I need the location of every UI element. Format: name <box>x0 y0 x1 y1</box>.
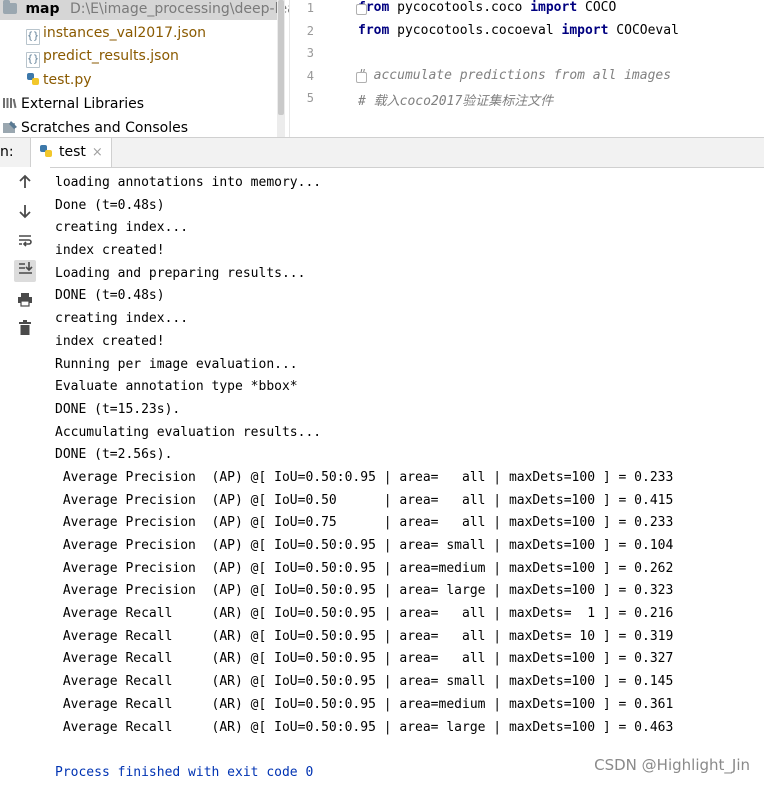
console-line: Average Recall (AR) @[ IoU=0.50:0.95 | a… <box>55 628 674 644</box>
tree-file-label: test.py <box>43 72 92 88</box>
tree-file-instances[interactable]: {} instances_val2017.json <box>26 22 207 45</box>
line-number: 4 <box>306 68 314 83</box>
console-line: DONE (t=0.48s) <box>55 288 165 304</box>
code-editor[interactable]: 12345 from pycocotools.coco import COCO f… <box>289 0 764 137</box>
console-line: Average Recall (AR) @[ IoU=0.50:0.95 | a… <box>55 606 674 622</box>
run-tab-test[interactable]: test × <box>30 138 112 167</box>
console-output[interactable]: loading annotations into memory... Done (… <box>55 172 755 785</box>
code-line[interactable]: from pycocotools.coco import COCO <box>358 0 616 15</box>
python-run-icon <box>40 145 52 157</box>
console-line: loading annotations into memory... <box>55 175 322 190</box>
project-tree: map D:\E\image_processing\deep-learn {} i… <box>0 0 289 137</box>
run-tab-bar: n: test × <box>0 137 764 168</box>
fold-marker-icon[interactable] <box>356 71 367 83</box>
json-file-icon: {} <box>26 29 40 45</box>
tree-file-label: instances_val2017.json <box>43 25 207 41</box>
console-line: DONE (t=15.23s). <box>55 401 181 417</box>
tree-scrollbar[interactable] <box>277 0 285 137</box>
tree-external-libraries-label: External Libraries <box>21 96 144 112</box>
trash-icon[interactable] <box>14 320 36 342</box>
console-line: Accumulating evaluation results... <box>55 424 322 440</box>
console-line: Average Recall (AR) @[ IoU=0.50:0.95 | a… <box>55 651 674 667</box>
line-number: 2 <box>306 23 314 38</box>
console-line: Average Recall (AR) @[ IoU=0.50:0.95 | a… <box>55 719 674 735</box>
code-token: COCOeval <box>608 22 679 38</box>
console-line: creating index... <box>55 311 189 327</box>
soft-wrap-icon[interactable] <box>14 232 36 254</box>
code-token: COCO <box>577 0 617 15</box>
tree-external-libraries[interactable]: External Libraries <box>2 93 144 115</box>
arrow-up-icon[interactable] <box>14 174 36 196</box>
keyword-token: import <box>530 0 578 15</box>
code-line[interactable]: from pycocotools.cocoeval import COCOeva… <box>358 23 679 38</box>
print-icon[interactable] <box>14 291 36 313</box>
json-file-icon: {} <box>26 52 40 68</box>
tree-file-predict[interactable]: {} predict_results.json <box>26 45 179 68</box>
console-line: Done (t=0.48s) <box>55 197 165 213</box>
code-line[interactable]: # 载入coco2017验证集标注文件 <box>358 90 553 109</box>
console-toolstrip <box>0 167 50 785</box>
comment-token: # accumulate predictions from all images <box>358 67 672 83</box>
line-number: 3 <box>306 46 314 60</box>
console-line: Average Precision (AP) @[ IoU=0.50:0.95 … <box>55 469 674 485</box>
fold-marker-icon[interactable] <box>356 4 367 15</box>
code-line[interactable]: # accumulate predictions from all images <box>358 68 671 83</box>
console-line: index created! <box>55 333 165 349</box>
line-number: 1 <box>306 1 314 15</box>
tree-root-name: map <box>25 1 60 17</box>
code-token: pycocotools.coco <box>389 0 531 15</box>
tree-root-path: D:\E\image_processing\deep-learn <box>69 1 289 17</box>
scroll-to-end-icon[interactable] <box>14 260 36 282</box>
tree-root-row[interactable]: map D:\E\image_processing\deep-learn <box>0 0 289 20</box>
watermark: CSDN @Highlight_Jin <box>594 756 750 774</box>
tree-file-test[interactable]: test.py <box>26 69 92 91</box>
python-file-icon <box>27 73 39 85</box>
arrow-down-icon[interactable] <box>14 203 36 225</box>
line-number: 5 <box>306 91 314 105</box>
tree-scratches-label: Scratches and Consoles <box>21 120 188 136</box>
comment-token: # 载入coco2017验证集标注文件 <box>358 94 554 109</box>
close-icon[interactable]: × <box>92 145 103 160</box>
console-line: Average Recall (AR) @[ IoU=0.50:0.95 | a… <box>55 696 674 712</box>
line-gutter: 1 2 3 4 5 <box>290 0 348 137</box>
console-line: Loading and preparing results... <box>55 265 306 281</box>
folder-icon <box>3 0 17 14</box>
console-line: Average Precision (AP) @[ IoU=0.50 | are… <box>55 492 674 508</box>
console-line: Average Recall (AR) @[ IoU=0.50:0.95 | a… <box>55 674 674 690</box>
code-token: pycocotools.cocoeval <box>389 22 562 38</box>
console-line: Average Precision (AP) @[ IoU=0.75 | are… <box>55 515 674 531</box>
run-panel-label: n: <box>0 144 14 160</box>
keyword-token: import <box>561 22 609 38</box>
tree-scratches[interactable]: Scratches and Consoles <box>2 117 188 137</box>
keyword-token: from <box>358 22 390 38</box>
console-line: Evaluate annotation type *bbox* <box>55 379 298 395</box>
tree-scrollbar-thumb[interactable] <box>278 0 284 115</box>
console-line: Average Precision (AP) @[ IoU=0.50:0.95 … <box>55 583 674 599</box>
tree-file-label: predict_results.json <box>43 48 179 64</box>
console-line: index created! <box>55 243 165 259</box>
library-icon <box>3 98 17 109</box>
console-line: Average Precision (AP) @[ IoU=0.50:0.95 … <box>55 538 674 553</box>
console-line: Running per image evaluation... <box>55 356 298 372</box>
console-line: creating index... <box>55 220 189 236</box>
console-line: Average Precision (AP) @[ IoU=0.50:0.95 … <box>55 560 674 576</box>
console-line: DONE (t=2.56s). <box>55 447 173 463</box>
scratches-icon <box>3 121 17 133</box>
run-tab-label: test <box>59 144 86 160</box>
